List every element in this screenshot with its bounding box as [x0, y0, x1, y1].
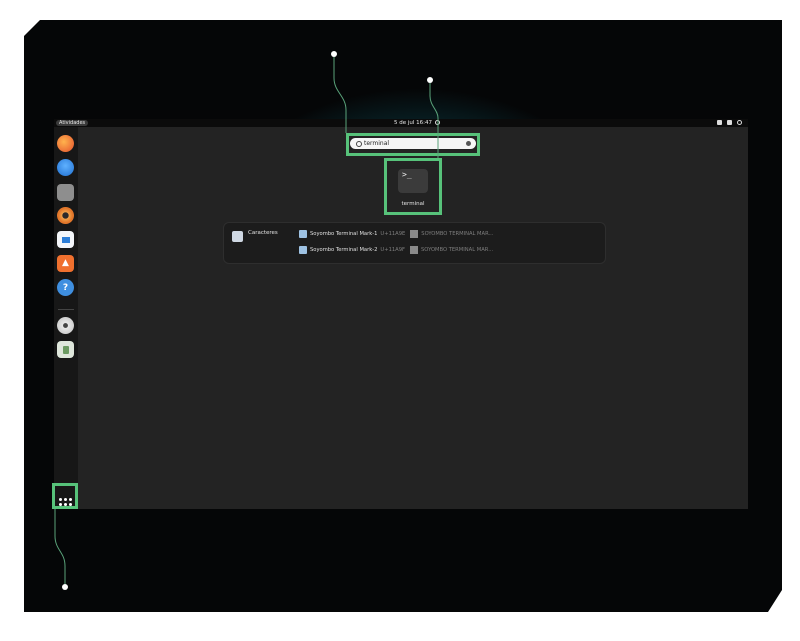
callout-dot-terminal	[427, 77, 433, 83]
callout-leader-lines	[54, 54, 439, 586]
callout-dot-search	[331, 51, 337, 57]
callout-dot-apps	[62, 584, 68, 590]
